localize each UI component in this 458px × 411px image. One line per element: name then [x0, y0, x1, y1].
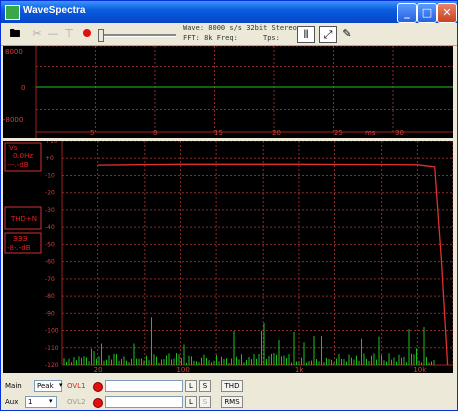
spec-y-tick-label: -50 [45, 241, 55, 248]
ovl2-indicator: OVL2 [67, 398, 86, 406]
aux-record-icon[interactable] [93, 398, 103, 408]
thd-value-label: ЭЭЭ [13, 235, 28, 243]
scale-icon[interactable]: ⤢ [319, 26, 337, 43]
spec-y-tick-label: -60 [45, 259, 55, 266]
rms-button[interactable]: RMS [221, 396, 243, 408]
spec-y-tick-label: -80 [45, 293, 55, 300]
spec-x-tick-label: 100 [176, 366, 189, 373]
record-icon[interactable] [79, 26, 95, 41]
spec-y-tick-label: -70 [45, 276, 55, 283]
top-y-min: -8000 [3, 116, 23, 124]
position-slider-thumb[interactable] [98, 29, 104, 42]
spec-x-tick-label: 10k [413, 366, 427, 373]
close-button[interactable]: ✕ [437, 3, 457, 23]
top-y-zero: 0 [21, 84, 25, 92]
position-slider-track[interactable] [98, 34, 176, 37]
settings-icon[interactable]: ✎ [339, 26, 355, 41]
aux-dropdown-icon[interactable]: ▾ [49, 397, 53, 405]
aux-label: Aux [5, 398, 19, 406]
file-open-icon[interactable]: 🖿 [7, 26, 23, 41]
tps-label: Tps: [263, 34, 280, 42]
spec-y-tick-label: +0 [45, 155, 54, 162]
spec-y-tick-label: +10 [45, 141, 58, 145]
aux-value-field[interactable] [105, 396, 183, 408]
top-x-tick-label: 25 [334, 129, 343, 137]
app-icon [5, 5, 20, 20]
ovl1-indicator: OVL1 [67, 382, 86, 390]
bottom-controls: Main Peak ▾ OVL1 L S THD Aux 1 ▾ OVL2 L … [1, 375, 457, 410]
freq-box-db: ---.-dB [7, 161, 29, 169]
spec-y-tick-label: -40 [45, 224, 55, 231]
spec-y-tick-label: -90 [45, 310, 55, 317]
wave-info: Wave: 8000 s/s 32bit Stereo [183, 24, 297, 32]
thd-button[interactable]: THD [221, 380, 243, 392]
thd-value-db: -8-.-dB [7, 244, 31, 252]
main-record-icon[interactable] [93, 382, 103, 392]
spec-x-tick-label: 20 [94, 366, 103, 373]
window-title: WaveSpectra [23, 5, 86, 16]
spec-x-tick-label: 1k [295, 366, 304, 373]
spec-y-tick-label: -110 [45, 345, 59, 352]
minimize-button[interactable]: _ [397, 3, 417, 23]
freq-box-label: Vs [9, 144, 18, 152]
title-bar[interactable]: WaveSpectra _ □ ✕ [1, 1, 457, 23]
thd-box-label: THD+N [10, 215, 37, 223]
app-window: WaveSpectra _ □ ✕ 🖿 ✂ — ⊤ Wave: 8000 s/s… [0, 0, 458, 411]
main-s-button[interactable]: S [199, 380, 211, 392]
cut-icon[interactable]: ✂ [29, 26, 45, 41]
spec-y-tick-label: -10 [45, 172, 55, 179]
top-x-tick-label: 0 [153, 129, 157, 137]
top-x-tick-label: 15 [214, 129, 223, 137]
aux-l-button[interactable]: L [185, 396, 197, 408]
main-label: Main [5, 382, 22, 390]
spec-y-tick-label: -20 [45, 190, 55, 197]
top-x-tick-label: 20 [272, 129, 281, 137]
toolbar: 🖿 ✂ — ⊤ Wave: 8000 s/s 32bit Stereo FFT:… [1, 23, 457, 46]
maximize-button[interactable]: □ [417, 3, 437, 23]
spec-y-tick-label: -100 [45, 328, 59, 335]
freq-box-value: 0.0Hz [13, 152, 33, 160]
level-icon[interactable]: ⫴ [297, 26, 315, 43]
top-x-tick-label: ms [365, 129, 376, 137]
top-x-tick-label: 5 [90, 129, 94, 137]
main-mode-select[interactable]: Peak [34, 380, 62, 392]
top-x-tick-label: 30 [395, 129, 404, 137]
spectrum-panel[interactable]: +10 +0 -10 -20 -30 -40 -50 -60 -70 -80 -90 -100 -110… [3, 141, 453, 373]
main-value-field[interactable] [105, 380, 183, 392]
main-l-button[interactable]: L [185, 380, 197, 392]
spec-y-tick-label: -30 [45, 207, 55, 214]
top-y-max: 8000 [5, 48, 23, 56]
main-mode-dropdown-icon[interactable]: ▾ [59, 381, 63, 389]
spec-y-tick-label: -120 [45, 362, 59, 369]
minus-icon[interactable]: — [45, 26, 61, 41]
aux-s-button[interactable]: S [199, 396, 211, 408]
fft-info: FFT: 8k Freq: [183, 34, 238, 42]
waveform-panel[interactable]: 8000 0 -8000 5 0 15 20 25 ms 30 [3, 46, 453, 138]
split-icon[interactable]: ⊤ [61, 26, 77, 41]
